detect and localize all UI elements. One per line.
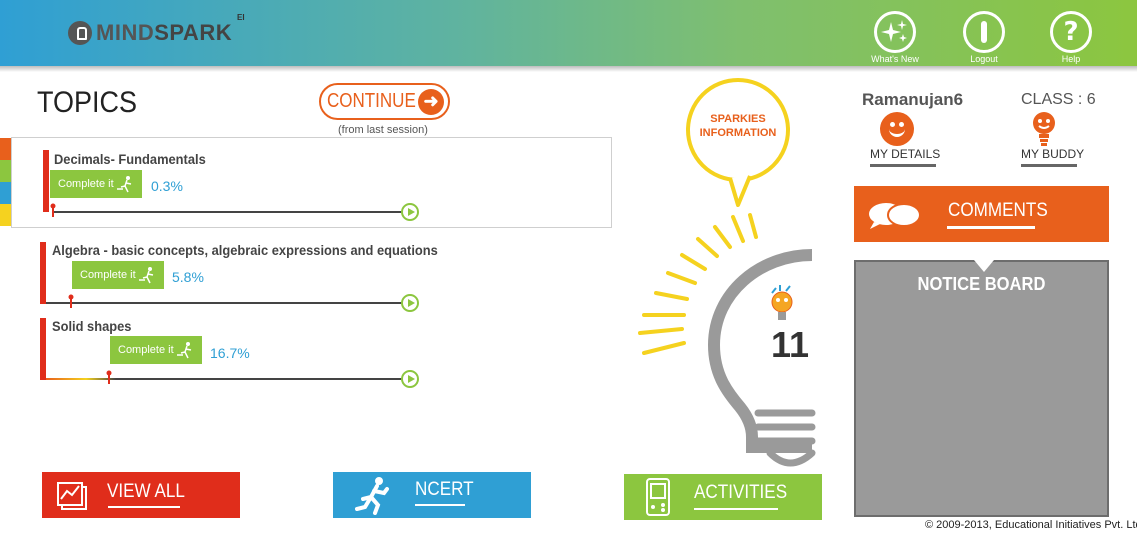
sparkies-information-label[interactable]: SPARKIES INFORMATION <box>688 112 788 140</box>
logout-label: Logout <box>970 54 998 64</box>
view-all-label: VIEW ALL <box>107 481 185 502</box>
copyright-text: © 2009-2013, Educational Initiatives Pvt… <box>925 519 1137 531</box>
button-underline <box>415 504 465 506</box>
runner-icon <box>139 267 154 284</box>
continue-label: CONTINUE <box>327 90 416 112</box>
help-button[interactable]: ? Help <box>1041 11 1101 64</box>
topic-accent-bar <box>40 318 46 380</box>
finish-flag-icon <box>401 370 419 388</box>
comments-underline <box>947 226 1035 229</box>
comments-button[interactable]: COMMENTS <box>854 186 1109 242</box>
sparkie-mascot-icon <box>771 285 793 320</box>
arrow-right-icon: ➜ <box>418 89 444 115</box>
logo-bulb-icon <box>68 21 92 45</box>
sparkies-line2: INFORMATION <box>699 127 777 139</box>
sparkies-count: 11 <box>771 324 810 365</box>
side-strip-blue <box>0 182 11 204</box>
logo-superscript: EI <box>237 13 245 22</box>
help-label: Help <box>1061 54 1081 64</box>
question-icon: ? <box>1050 11 1092 53</box>
topic-name[interactable]: Algebra - basic concepts, algebraic expr… <box>52 242 438 258</box>
power-icon <box>963 11 1005 53</box>
runner-icon <box>355 477 389 515</box>
topics-title: TOPICS <box>37 86 138 119</box>
progress-marker-icon <box>68 294 74 308</box>
side-strip-yellow <box>0 204 11 226</box>
sparkle-icon <box>874 11 916 53</box>
my-details-underline <box>870 164 936 167</box>
view-all-button[interactable]: VIEW ALL <box>42 472 240 518</box>
logo-text-mind: MIND <box>96 20 155 45</box>
my-buddy-underline <box>1021 164 1077 167</box>
comments-label: COMMENTS <box>948 200 1048 221</box>
notice-notch <box>974 260 994 272</box>
mindspark-logo[interactable]: MINDSPARK EI <box>68 13 245 46</box>
top-header: MINDSPARK EI What's New Logout ? Help <box>0 0 1137 66</box>
game-console-icon <box>646 478 670 516</box>
notice-board: NOTICE BOARD <box>854 260 1109 517</box>
topic-name[interactable]: Solid shapes <box>52 318 131 334</box>
side-strip-orange <box>0 138 11 160</box>
speech-bubble-tail <box>728 175 752 207</box>
speech-bubbles-icon <box>869 203 921 229</box>
runner-icon <box>177 342 192 359</box>
complete-it-label: Complete it <box>58 178 114 190</box>
ncert-label: NCERT <box>415 479 474 500</box>
progress-track <box>46 302 408 304</box>
progress-track <box>52 211 408 213</box>
topic-accent-bar <box>40 242 46 304</box>
runner-icon <box>117 176 132 193</box>
whats-new-label: What's New <box>871 54 919 64</box>
my-buddy-link[interactable]: MY BUDDY <box>1021 147 1084 161</box>
notice-board-title: NOTICE BOARD <box>917 274 1046 294</box>
progress-marker-icon <box>50 203 56 217</box>
my-details-link[interactable]: MY DETAILS <box>870 147 940 161</box>
progress-track <box>46 378 408 380</box>
continue-subtitle: (from last session) <box>338 124 428 136</box>
button-underline <box>694 508 778 510</box>
progress-percent: 5.8% <box>172 269 204 285</box>
header-shadow <box>0 66 1137 72</box>
ncert-button[interactable]: NCERT <box>333 472 531 518</box>
complete-it-button[interactable]: Complete it <box>50 170 142 198</box>
complete-it-button[interactable]: Complete it <box>72 261 164 289</box>
smiley-avatar-icon[interactable] <box>880 112 914 146</box>
logo-text-spark: SPARK <box>154 20 233 45</box>
class-label: CLASS : 6 <box>1021 91 1096 108</box>
logout-button[interactable]: Logout <box>954 11 1014 64</box>
sparkies-line1: SPARKIES <box>710 113 766 125</box>
finish-flag-icon <box>401 203 419 221</box>
bulb-base <box>754 409 816 467</box>
activities-label: ACTIVITIES <box>694 482 788 503</box>
finish-flag-icon <box>401 294 419 312</box>
buddy-bulb-icon[interactable] <box>1031 111 1057 147</box>
button-underline <box>108 506 180 508</box>
activities-button[interactable]: ACTIVITIES <box>624 474 822 520</box>
chart-stack-icon <box>57 482 87 510</box>
progress-marker-icon <box>106 370 112 384</box>
username: Ramanujan6 <box>862 90 964 109</box>
progress-percent: 0.3% <box>151 178 183 194</box>
continue-button[interactable]: CONTINUE ➜ <box>319 83 450 120</box>
complete-it-label: Complete it <box>80 269 136 281</box>
progress-percent: 16.7% <box>210 345 250 361</box>
logo-text: MINDSPARK <box>96 20 232 46</box>
topic-name[interactable]: Decimals- Fundamentals <box>54 151 206 167</box>
complete-it-label: Complete it <box>118 344 174 356</box>
complete-it-button[interactable]: Complete it <box>110 336 202 364</box>
whats-new-button[interactable]: What's New <box>865 11 925 64</box>
side-strip-green <box>0 160 11 182</box>
